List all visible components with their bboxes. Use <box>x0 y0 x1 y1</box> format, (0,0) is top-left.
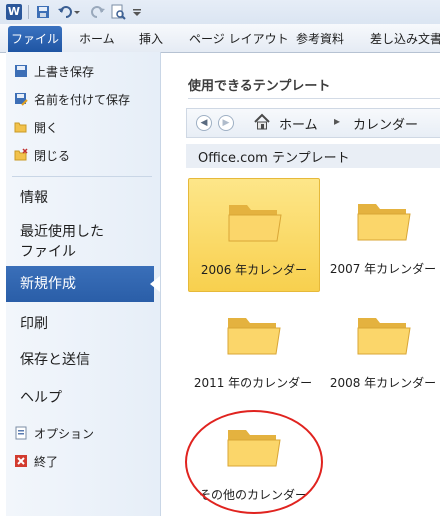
template-tile-2006[interactable]: 2006 年カレンダー <box>188 178 320 292</box>
exit-command[interactable]: 終了 <box>14 452 58 472</box>
tile-label: 2006 年カレンダー <box>200 263 308 277</box>
back-icon[interactable]: ◀ <box>196 115 212 131</box>
open-label: 開く <box>34 121 59 135</box>
folder-icon <box>356 196 412 242</box>
redo-icon[interactable] <box>90 4 106 20</box>
tab-page-layout[interactable]: ページ レイアウト <box>189 30 289 48</box>
options-icon <box>14 426 28 440</box>
tab-home[interactable]: ホーム <box>79 30 115 48</box>
save-command[interactable]: 上書き保存 <box>14 62 94 82</box>
tile-label: 2007 年カレンダー <box>329 262 437 276</box>
tile-label: 2008 年カレンダー <box>329 376 437 390</box>
office-templates-header: Office.com テンプレート <box>186 144 440 168</box>
customize-toolbar-icon[interactable] <box>132 4 142 20</box>
office-templates-label: Office.com テンプレート <box>198 151 350 166</box>
options-label: オプション <box>34 427 95 441</box>
forward-icon[interactable]: ▶ <box>218 115 234 131</box>
nav-item-save-send[interactable]: 保存と送信 <box>20 350 90 370</box>
save-as-icon <box>14 92 28 106</box>
tab-references[interactable]: 参考資料 <box>296 30 344 48</box>
toolbar-divider <box>28 5 29 19</box>
nav-item-new-label: 新規作成 <box>20 276 76 292</box>
save-as-command[interactable]: 名前を付けて保存 <box>14 90 130 110</box>
save-icon[interactable] <box>35 4 51 20</box>
open-folder-icon <box>14 120 28 134</box>
breadcrumb-home[interactable]: ホーム <box>279 114 318 133</box>
word-logo-icon[interactable]: W <box>6 4 22 20</box>
exit-label: 終了 <box>34 455 59 469</box>
undo-icon[interactable] <box>57 4 73 20</box>
breadcrumb-separator-icon: ▸ <box>334 114 341 128</box>
close-command[interactable]: 閉じる <box>14 146 70 166</box>
home-icon[interactable] <box>253 113 271 131</box>
section-title: 使用できるテンプレート <box>188 79 331 94</box>
folder-icon <box>227 197 283 243</box>
nav-divider <box>12 176 152 177</box>
undo-dropdown-icon[interactable] <box>73 4 81 20</box>
exit-icon <box>14 454 28 468</box>
tab-mailings[interactable]: 差し込み文書 <box>370 30 440 48</box>
save-as-label: 名前を付けて保存 <box>34 93 131 107</box>
save-label: 上書き保存 <box>34 65 95 79</box>
template-tile-2011[interactable]: 2011 年のカレンダー <box>188 292 318 404</box>
nav-item-print[interactable]: 印刷 <box>20 314 48 334</box>
close-folder-icon <box>14 148 28 162</box>
tab-insert[interactable]: 挿入 <box>139 30 163 48</box>
open-command[interactable]: 開く <box>14 118 58 138</box>
selection-pointer <box>150 276 160 292</box>
nav-item-info[interactable]: 情報 <box>20 188 48 208</box>
tile-label: 2011 年のカレンダー <box>193 376 313 390</box>
template-tile-2008[interactable]: 2008 年カレンダー <box>318 292 440 404</box>
tab-file[interactable]: ファイル <box>8 26 62 52</box>
close-label: 閉じる <box>34 149 71 163</box>
highlight-circle <box>185 410 323 514</box>
nav-item-recent[interactable]: 最近使用した ファイル <box>20 222 104 262</box>
options-command[interactable]: オプション <box>14 424 94 444</box>
title-divider <box>188 98 440 99</box>
save-icon <box>14 64 28 78</box>
folder-icon <box>356 310 412 356</box>
nav-item-new[interactable]: 新規作成 <box>6 266 154 302</box>
breadcrumb-calendar[interactable]: カレンダー <box>353 114 418 133</box>
print-preview-icon[interactable] <box>110 4 126 20</box>
nav-item-help[interactable]: ヘルプ <box>20 388 62 408</box>
template-tile-2007[interactable]: 2007 年カレンダー <box>318 178 440 290</box>
folder-icon <box>226 310 282 356</box>
